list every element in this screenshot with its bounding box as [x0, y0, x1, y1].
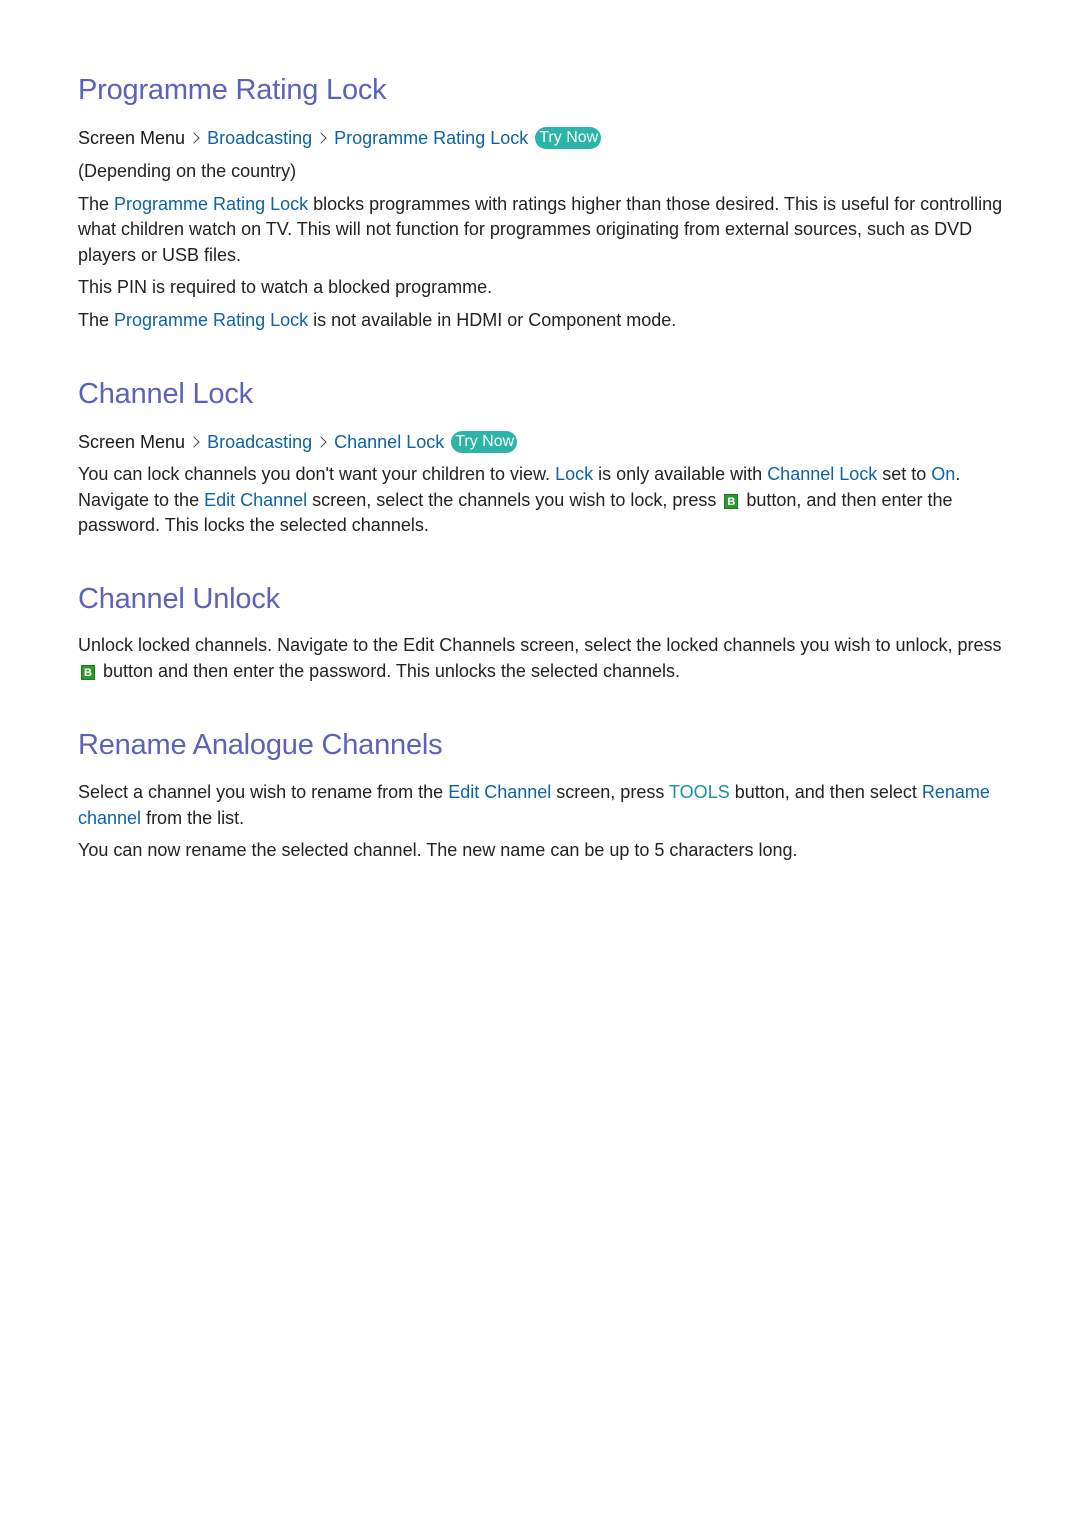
text: screen, press	[551, 782, 670, 802]
text: is not available in HDMI or Component mo…	[308, 309, 677, 330]
text: The	[78, 193, 115, 214]
paragraph: You can lock channels you don't want you…	[78, 462, 1008, 539]
b-button-icon: B	[724, 493, 739, 509]
chevron-right-icon	[188, 132, 200, 144]
text: Select a channel you wish to rename from…	[78, 782, 449, 802]
section-heading: Channel Lock	[78, 378, 253, 410]
menu-path: Screen Menu Broadcasting Channel Lock Tr…	[78, 430, 1008, 454]
paragraph: This PIN is required to watch a blocked …	[78, 277, 493, 297]
text: from the list.	[141, 807, 245, 828]
text: button and then enter the password. This…	[98, 660, 681, 681]
section-heading: Rename Analogue Channels	[78, 729, 443, 761]
text: The	[78, 309, 115, 330]
path-item-broadcasting[interactable]: Broadcasting	[207, 430, 312, 454]
keyword-on: On	[931, 464, 956, 484]
path-root: Screen Menu	[78, 128, 186, 148]
path-item-programme-rating-lock[interactable]: Programme Rating Lock	[334, 126, 528, 150]
section-programme-rating-lock: Programme Rating Lock Screen Menu Broadc…	[78, 73, 1008, 333]
paragraph: Unlock locked channels. Navigate to the …	[78, 633, 1008, 684]
section-rename-analogue-channels: Rename Analogue Channels Select a channe…	[78, 728, 1008, 864]
paragraph: Select a channel you wish to rename from…	[78, 780, 1008, 831]
b-button-icon: B	[81, 664, 95, 680]
chevron-right-icon	[315, 436, 327, 448]
keyword-programme-rating-lock: Programme Rating Lock	[114, 309, 309, 330]
text: Unlock locked channels. Navigate to the …	[78, 635, 1002, 655]
text: is only available with	[593, 464, 768, 484]
country-note: (Depending on the country)	[78, 161, 297, 181]
path-root: Screen Menu	[78, 432, 186, 452]
chevron-right-icon	[315, 132, 327, 144]
path-item-broadcasting[interactable]: Broadcasting	[207, 126, 312, 150]
section-channel-lock: Channel Lock Screen Menu Broadcasting Ch…	[78, 377, 1008, 539]
chevron-right-icon	[188, 436, 200, 448]
menu-path: Screen Menu Broadcasting Programme Ratin…	[78, 126, 1008, 150]
keyword-channel-lock: Channel Lock	[767, 464, 878, 484]
keyword-programme-rating-lock: Programme Rating Lock	[114, 193, 309, 214]
text: button, and then select	[729, 782, 922, 802]
section-heading: Programme Rating Lock	[78, 74, 387, 106]
keyword-edit-channel: Edit Channel	[448, 782, 552, 802]
keyword-edit-channel: Edit Channel	[204, 489, 308, 510]
keyword-tools: TOOLS	[669, 782, 730, 802]
keyword-lock: Lock	[555, 464, 594, 484]
paragraph: You can now rename the selected channel.…	[78, 840, 798, 860]
paragraph: The Programme Rating Lock is not availab…	[78, 308, 1008, 334]
try-now-button[interactable]: Try Now	[535, 127, 602, 149]
section-heading: Channel Unlock	[78, 583, 280, 615]
try-now-button[interactable]: Try Now	[451, 431, 518, 453]
section-channel-unlock: Channel Unlock Unlock locked channels. N…	[78, 582, 1008, 684]
text: screen, select the channels you wish to …	[307, 489, 722, 510]
text: set to	[877, 464, 932, 484]
text: You can lock channels you don't want you…	[78, 464, 556, 484]
paragraph: The Programme Rating Lock blocks program…	[78, 192, 1008, 269]
path-item-channel-lock[interactable]: Channel Lock	[334, 430, 444, 454]
